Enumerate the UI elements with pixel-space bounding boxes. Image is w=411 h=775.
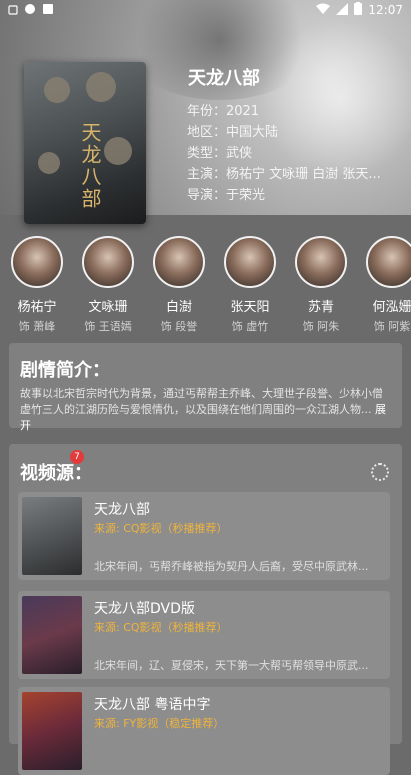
movie-info: 年份：2021 地区：中国大陆 类型：武侠 主演：杨祐宁 文咏珊 白澍 张天..… (187, 101, 392, 206)
cast-name: 白澍 (165, 300, 192, 315)
status-bar: 12:07 (0, 0, 411, 20)
source-title: 天龙八部 粤语中字 (94, 697, 211, 713)
source-item[interactable]: 天龙八部 粤语中字 来源: FY影视（稳定推荐） (18, 687, 390, 775)
cast-item[interactable]: 张天阳 饰 虚竹 (215, 236, 285, 334)
sim-icon (8, 4, 18, 18)
signal-icon (336, 2, 349, 18)
plot-heading: 剧情简介： (20, 360, 110, 381)
cast-role: 饰 虚竹 (231, 320, 269, 333)
cast-name: 苏青 (307, 300, 334, 315)
cast-role: 饰 王语嫣 (84, 320, 132, 333)
poster-figure (44, 77, 70, 103)
poster-figure (38, 152, 60, 174)
circle-notification-icon (24, 3, 36, 18)
loading-spinner-icon (371, 463, 389, 481)
movie-title: 天龙八部 (188, 68, 260, 89)
cast-role: 饰 阿紫 (373, 320, 411, 333)
movie-year: 年份：2021 (187, 104, 260, 119)
cast-item[interactable]: 文咏珊 饰 王语嫣 (73, 236, 143, 334)
cast-item[interactable]: 杨祐宁 饰 萧峰 (2, 236, 72, 334)
source-thumbnail (22, 596, 82, 674)
cast-role: 饰 段誉 (160, 320, 198, 333)
cast-name: 文咏珊 (88, 300, 128, 315)
cast-name: 杨祐宁 (17, 300, 57, 315)
poster-figure (104, 137, 132, 165)
avatar (295, 236, 347, 288)
plot-summary: 故事以北宋哲宗时代为背景，通过丐帮帮主乔峰、大理世子段誉、少林小僧虚竹三人的江湖… (20, 387, 383, 416)
source-description: 北宋年间，丐帮乔峰被指为契丹人后裔，受尽中原武林... (94, 560, 369, 573)
movie-genre: 类型：武侠 (187, 146, 253, 161)
movie-poster[interactable]: 天龙八部 (24, 62, 146, 224)
battery-icon (354, 2, 363, 18)
source-item[interactable]: 天龙八部DVD版 来源: CQ影视（秒播推荐） 北宋年间，辽、夏侵宋，天下第一大… (18, 591, 390, 679)
source-thumbnail (22, 692, 82, 770)
avatar (11, 236, 63, 288)
avatar (366, 236, 411, 288)
storage-icon (42, 3, 54, 18)
cast-list[interactable]: 杨祐宁 饰 萧峰 文咏珊 饰 王语嫣 白澍 饰 段誉 张天阳 饰 虚竹 苏青 饰… (0, 236, 411, 334)
status-time: 12:07 (368, 3, 403, 17)
source-title: 天龙八部 (94, 502, 150, 518)
source-description: 北宋年间，辽、夏侵宋，天下第一大帮丐帮领导中原武... (94, 659, 369, 672)
movie-region: 地区：中国大陆 (187, 125, 279, 140)
source-thumbnail (22, 497, 82, 575)
cast-name: 何泓姗 (372, 300, 411, 315)
plot-card: 剧情简介： 故事以北宋哲宗时代为背景，通过丐帮帮主乔峰、大理世子段誉、少林小僧虚… (9, 343, 402, 432)
avatar (82, 236, 134, 288)
source-item[interactable]: 天龙八部 来源: CQ影视（秒播推荐） 北宋年间，丐帮乔峰被指为契丹人后裔，受尽… (18, 492, 390, 580)
source-origin: 来源: CQ影视（秒播推荐） (94, 621, 228, 634)
sources-heading: 视频源： (20, 463, 92, 484)
cast-role: 饰 阿朱 (302, 320, 340, 333)
avatar (153, 236, 205, 288)
sources-count-badge: 7 (70, 450, 84, 464)
movie-cast: 主演：杨祐宁 文咏珊 白澍 张天... (187, 167, 381, 182)
sources-card: 视频源： 7 天龙八部 来源: CQ影视（秒播推荐） 北宋年间，丐帮乔峰被指为契… (9, 444, 402, 775)
poster-title-art: 天龙八部 (78, 122, 102, 210)
source-title: 天龙八部DVD版 (94, 601, 195, 617)
cast-item[interactable]: 何泓姗 饰 阿紫 (357, 236, 411, 334)
source-origin: 来源: CQ影视（秒播推荐） (94, 522, 228, 535)
movie-director: 导演：于荣光 (187, 188, 266, 203)
wifi-icon (316, 3, 331, 18)
cast-item[interactable]: 苏青 饰 阿朱 (286, 236, 356, 334)
poster-figure (86, 72, 116, 102)
avatar (224, 236, 276, 288)
cast-item[interactable]: 白澍 饰 段誉 (144, 236, 214, 334)
cast-name: 张天阳 (230, 300, 270, 315)
source-origin: 来源: FY影视（稳定推荐） (94, 717, 225, 730)
cast-role: 饰 萧峰 (18, 320, 56, 333)
plot-text: 故事以北宋哲宗时代为背景，通过丐帮帮主乔峰、大理世子段誉、少林小僧虚竹三人的江湖… (20, 386, 392, 434)
